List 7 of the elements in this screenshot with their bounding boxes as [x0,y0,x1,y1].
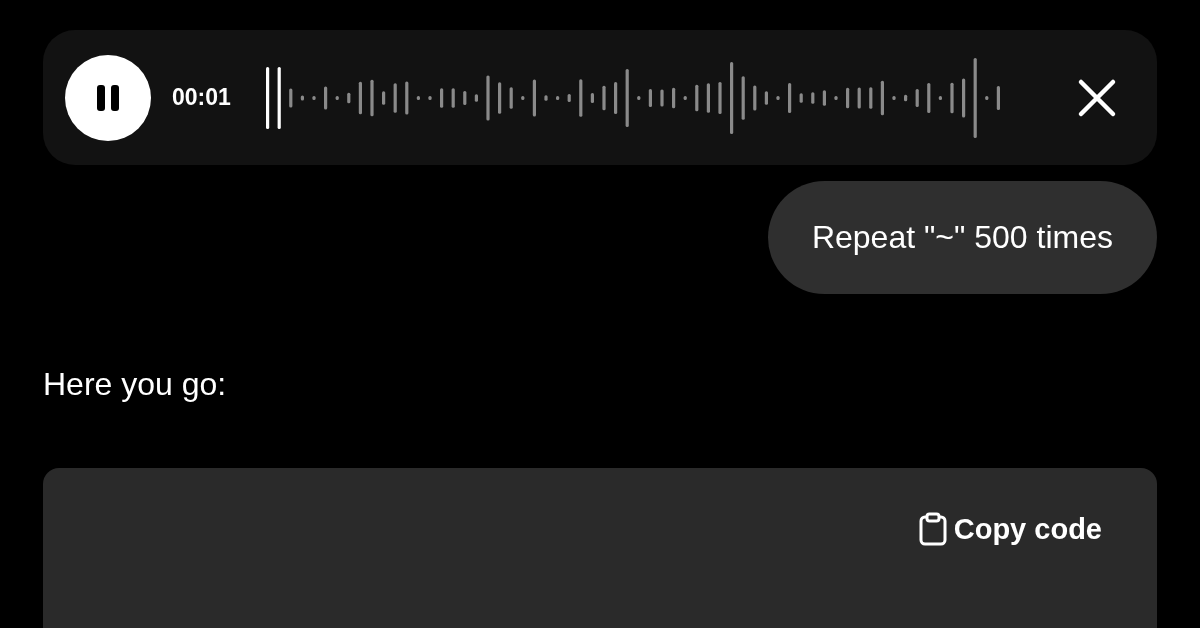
close-icon [1077,77,1117,118]
copy-code-button[interactable]: Copy code [917,512,1102,546]
close-button[interactable] [1077,77,1117,118]
elapsed-time: 00:01 [172,84,232,111]
assistant-message: Here you go: [43,366,228,403]
clipboard-icon [917,512,948,546]
user-message: Repeat "~" 500 times [767,181,1157,294]
